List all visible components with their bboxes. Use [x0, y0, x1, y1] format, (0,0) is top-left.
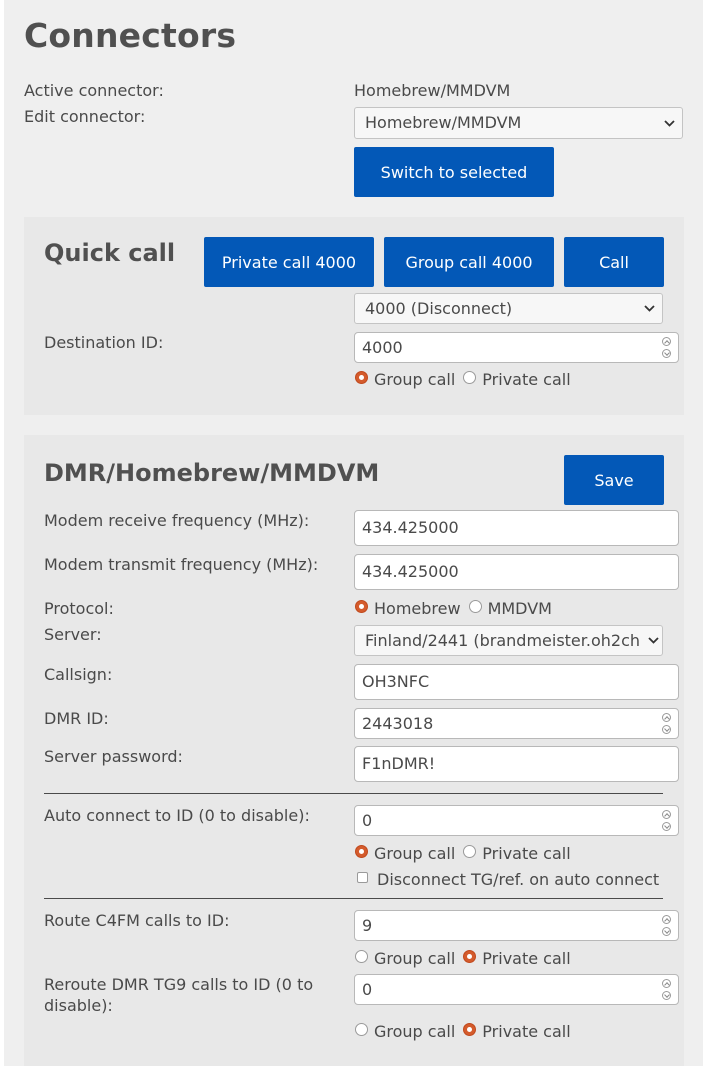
dmr-id-value: 2443018	[362, 714, 434, 733]
quick-group-call-label: Group call	[374, 369, 456, 389]
save-button[interactable]: Save	[564, 455, 664, 505]
c4fm-group-call-radio[interactable]	[355, 949, 368, 963]
c4fm-private-call-label: Private call	[482, 948, 571, 968]
quick-call-preset-value: 4000 (Disconnect)	[365, 299, 513, 318]
auto-group-call-label: Group call	[374, 843, 456, 863]
tg9-group-call-radio[interactable]	[355, 1022, 368, 1036]
auto-group-call-radio[interactable]	[355, 844, 368, 858]
quick-call-preset-select[interactable]: 4000 (Disconnect)	[354, 293, 663, 324]
quick-call-panel: Quick call Private call 4000 Group call …	[24, 217, 684, 415]
disconnect-checkbox[interactable]	[357, 871, 368, 883]
edit-connector-value: Homebrew/MMDVM	[365, 113, 522, 132]
connectors-page: Connectors Active connector: Homebrew/MM…	[4, 0, 703, 1066]
group-call-4000-button[interactable]: Group call 4000	[384, 237, 554, 287]
divider	[44, 898, 663, 899]
destination-id-value: 4000	[362, 338, 403, 357]
callsign-label: Callsign:	[44, 665, 113, 684]
c4fm-private-call-radio[interactable]	[463, 949, 477, 963]
quick-private-call-radio[interactable]	[463, 370, 477, 384]
chevron-down-icon	[646, 626, 660, 655]
c4fm-route-label: Route C4FM calls to ID:	[44, 911, 230, 930]
divider	[44, 793, 663, 794]
page-title: Connectors	[24, 16, 237, 55]
auto-connect-input[interactable]: 0	[354, 805, 679, 836]
protocol-homebrew-label: Homebrew	[374, 598, 461, 618]
dmr-id-label: DMR ID:	[44, 709, 109, 728]
quick-private-call-label: Private call	[482, 369, 571, 389]
auto-connect-value: 0	[362, 811, 373, 830]
disconnect-label: Disconnect TG/ref. on auto connect	[377, 869, 660, 889]
disconnect-checkbox-row: Disconnect TG/ref. on auto connect	[357, 868, 659, 890]
quick-call-type-radios: Group call Private call	[355, 368, 571, 390]
server-select[interactable]: Finland/2441 (brandmeister.oh2ch	[354, 625, 663, 656]
call-button[interactable]: Call	[564, 237, 664, 287]
destination-id-input[interactable]: 4000	[354, 332, 679, 363]
dmr-settings-panel: DMR/Homebrew/MMDVM Save Modem receive fr…	[24, 435, 684, 1066]
auto-connect-label: Auto connect to ID (0 to disable):	[44, 806, 310, 825]
server-label: Server:	[44, 625, 102, 644]
tg9-private-call-radio[interactable]	[463, 1022, 477, 1036]
dmr-id-input[interactable]: 2443018	[354, 708, 679, 739]
chevron-down-icon	[642, 294, 656, 323]
tg9-type-radios: Group call Private call	[355, 1020, 571, 1042]
tg9-reroute-value: 0	[362, 980, 373, 999]
auto-private-call-label: Private call	[482, 843, 571, 863]
tx-frequency-label: Modem transmit frequency (MHz):	[44, 555, 319, 574]
tg9-reroute-input[interactable]: 0	[354, 974, 679, 1005]
destination-id-label: Destination ID:	[44, 333, 164, 352]
private-call-4000-button[interactable]: Private call 4000	[204, 237, 374, 287]
server-password-input[interactable]: F1nDMR!	[354, 746, 679, 782]
switch-connector-button[interactable]: Switch to selected	[354, 147, 554, 197]
auto-connect-type-radios: Group call Private call	[355, 842, 571, 864]
tg9-reroute-label: Reroute DMR TG9 calls to ID (0 to disabl…	[44, 975, 314, 1015]
rx-frequency-input[interactable]: 434.425000	[354, 510, 679, 546]
auto-private-call-radio[interactable]	[463, 844, 477, 858]
edit-connector-select[interactable]: Homebrew/MMDVM	[354, 107, 683, 139]
number-spinner-icon[interactable]	[662, 810, 673, 831]
number-spinner-icon[interactable]	[662, 337, 673, 358]
c4fm-route-value: 9	[362, 916, 373, 935]
dmr-panel-title: DMR/Homebrew/MMDVM	[44, 459, 380, 487]
protocol-mmdvm-label: MMDVM	[487, 598, 552, 618]
c4fm-type-radios: Group call Private call	[355, 947, 571, 969]
server-password-label: Server password:	[44, 747, 183, 766]
number-spinner-icon[interactable]	[662, 979, 673, 1000]
protocol-label: Protocol:	[44, 599, 114, 618]
tx-frequency-input[interactable]: 434.425000	[354, 554, 679, 590]
server-value: Finland/2441 (brandmeister.oh2ch	[365, 631, 641, 650]
number-spinner-icon[interactable]	[662, 915, 673, 936]
protocol-homebrew-radio[interactable]	[355, 599, 368, 613]
protocol-radios: Homebrew MMDVM	[355, 597, 552, 619]
active-connector-label: Active connector:	[24, 81, 164, 100]
number-spinner-icon[interactable]	[662, 713, 673, 734]
active-connector-value: Homebrew/MMDVM	[354, 81, 511, 100]
c4fm-group-call-label: Group call	[374, 948, 456, 968]
chevron-down-icon	[662, 108, 676, 138]
quick-group-call-radio[interactable]	[355, 370, 368, 384]
tg9-group-call-label: Group call	[374, 1021, 456, 1041]
quick-call-title: Quick call	[44, 239, 176, 267]
tg9-private-call-label: Private call	[482, 1021, 571, 1041]
rx-frequency-label: Modem receive frequency (MHz):	[44, 511, 310, 530]
edit-connector-label: Edit connector:	[24, 107, 146, 126]
protocol-mmdvm-radio[interactable]	[468, 599, 482, 613]
c4fm-route-input[interactable]: 9	[354, 910, 679, 941]
callsign-input[interactable]: OH3NFC	[354, 664, 679, 700]
